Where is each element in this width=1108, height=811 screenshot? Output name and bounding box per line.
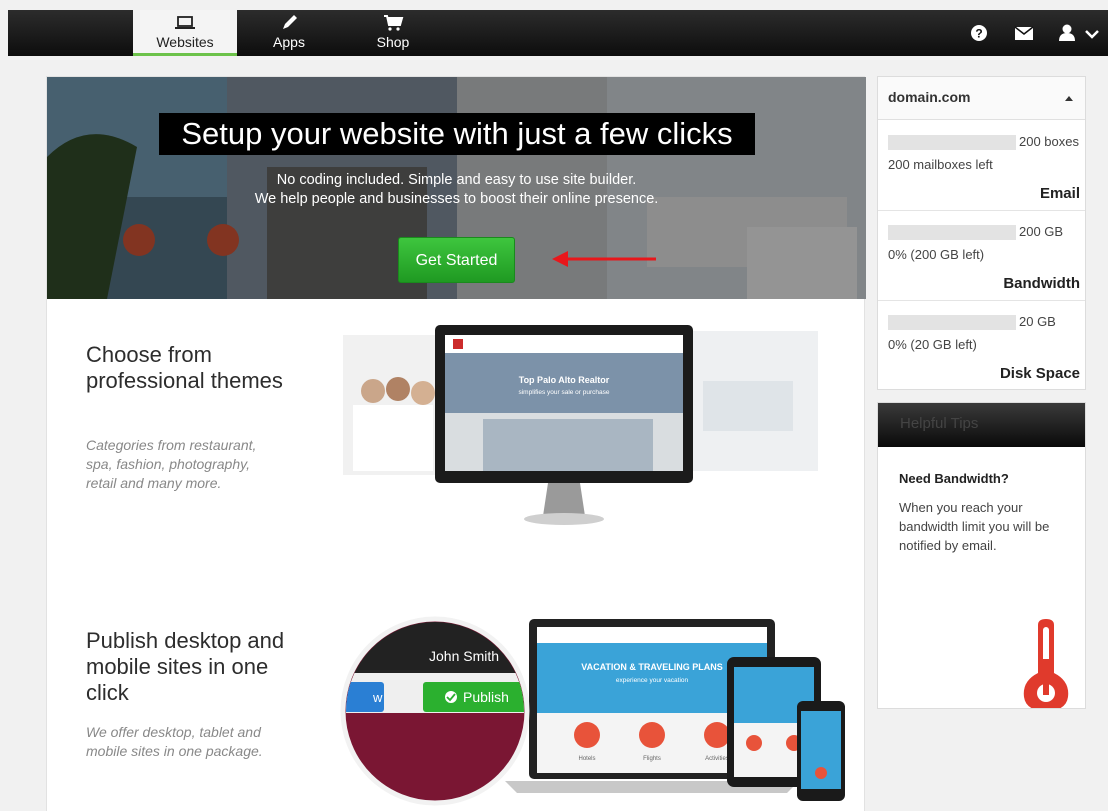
nav-websites[interactable]: Websites [133, 10, 237, 56]
usage-bar [888, 315, 1016, 330]
collapse-caret-icon[interactable] [1065, 96, 1073, 101]
stat-name: Bandwidth [1003, 275, 1080, 292]
devices-illustration: VACATION & TRAVELING PLANS experience yo… [340, 616, 845, 806]
stat-total: 200 boxes [1019, 134, 1079, 149]
svg-text:?: ? [975, 27, 982, 41]
red-arrow-annotation [552, 251, 656, 267]
stat-name: Disk Space [999, 365, 1080, 382]
user-icon[interactable] [1056, 23, 1078, 43]
laptop-icon [175, 16, 195, 29]
monitor-subline: simplifies your sale or purchase [518, 389, 609, 396]
nav-label: Websites [156, 34, 214, 50]
stat-email: 200 boxes 200 mailboxes left Email [878, 121, 1085, 211]
chevron-down-icon[interactable] [1081, 23, 1103, 43]
monitor-headline: Top Palo Alto Realtor [519, 375, 610, 385]
thermometer-icon [1023, 619, 1069, 708]
mail-icon[interactable] [1013, 23, 1035, 43]
themes-monitor-illustration: Top Palo Alto Realtor simplifies your sa… [343, 325, 818, 525]
laptop-icon-label: Flights [643, 756, 661, 762]
cart-icon [384, 15, 404, 31]
helpful-tips-panel: Helpful Tips Need Bandwidth? When you re… [877, 402, 1086, 709]
website-builder-card: Setup your website with just a few click… [46, 76, 866, 811]
stat-remaining: 200 mailboxes left [888, 157, 993, 172]
pencil-icon [283, 15, 297, 29]
usage-bar [888, 225, 1016, 240]
stat-remaining: 0% (200 GB left) [888, 247, 985, 262]
top-navigation-bar: Websites Apps Shop ? [8, 10, 1108, 56]
usage-bar [888, 135, 1016, 150]
stat-disk-space: 20 GB 0% (20 GB left) Disk Space [878, 301, 1085, 391]
nav-apps[interactable]: Apps [237, 10, 341, 56]
nav-label: Shop [376, 34, 410, 50]
hero-title: Setup your website with just a few click… [159, 113, 755, 155]
laptop-icon-label: Activities [705, 756, 729, 762]
feature-publish-description: We offer desktop, tablet and mobile site… [86, 724, 263, 759]
feature-themes-title: Choose from professional themes [86, 342, 283, 393]
publish-button-label: Publish [463, 689, 509, 705]
tips-header: Helpful Tips [878, 403, 1085, 447]
hero-subtitle-line1: No coding included. Simple and easy to u… [276, 172, 637, 188]
stat-name: Email [1039, 185, 1080, 202]
hero-banner: Setup your website with just a few click… [47, 77, 866, 299]
tips-header-label: Helpful Tips [900, 415, 979, 432]
get-started-button[interactable]: Get Started [398, 237, 515, 283]
zoom-button-fragment: w [372, 690, 383, 705]
laptop-subline: experience your vacation [616, 677, 689, 684]
stat-total: 20 GB [1019, 314, 1056, 329]
laptop-headline: VACATION & TRAVELING PLANS [581, 662, 723, 672]
stat-remaining: 0% (20 GB left) [888, 337, 977, 352]
domain-usage-panel: domain.com 200 boxes 200 mailboxes left … [877, 76, 1086, 390]
laptop-icon-label: Hotels [578, 756, 595, 762]
nav-label: Apps [273, 34, 305, 50]
tip-title: Need Bandwidth? [899, 471, 1009, 486]
zoom-user-name: John Smith [429, 648, 499, 664]
stat-bandwidth: 200 GB 0% (200 GB left) Bandwidth [878, 211, 1085, 301]
help-icon[interactable]: ? [968, 23, 990, 43]
nav-shop[interactable]: Shop [341, 10, 445, 56]
domain-header[interactable]: domain.com [878, 77, 1085, 120]
domain-name: domain.com [888, 89, 971, 105]
stat-total: 200 GB [1019, 224, 1064, 239]
feature-publish-title: Publish desktop and mobile sites in one … [86, 628, 285, 705]
tip-body: When you reach your bandwidth limit you … [899, 500, 1050, 553]
feature-themes-description: Categories from restaurant, spa, fashion… [86, 437, 257, 491]
hero-subtitle-line2: We help people and businesses to boost t… [254, 191, 659, 207]
